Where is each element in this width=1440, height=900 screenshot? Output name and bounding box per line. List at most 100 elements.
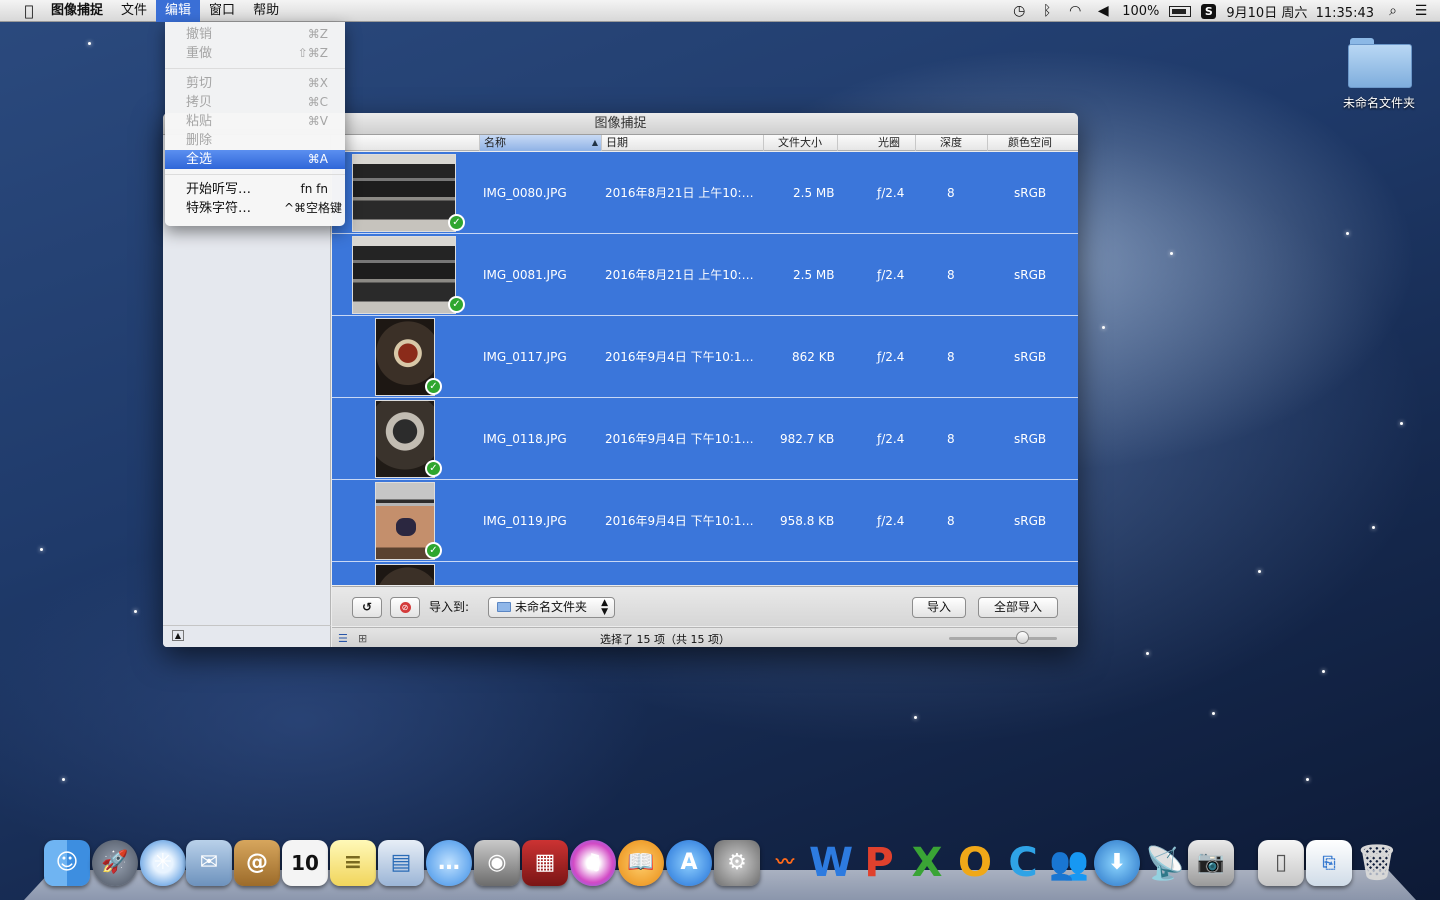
apple-logo-icon[interactable]:  — [16, 2, 42, 20]
notification-center-icon[interactable]: ☰ — [1412, 3, 1430, 19]
menu-help[interactable]: 帮助 — [244, 0, 288, 22]
menu-item-cut[interactable]: 剪切 ⌘X — [165, 74, 345, 93]
wifi-icon[interactable]: ◠ — [1066, 3, 1084, 19]
time-machine-icon[interactable]: ◷ — [1010, 3, 1028, 19]
ibooks-icon[interactable]: 📖 — [618, 840, 664, 886]
app-store-icon[interactable]: A — [666, 840, 712, 886]
notes-icon[interactable]: ≡ — [330, 840, 376, 886]
column-name[interactable]: 名称 ▲ — [479, 135, 601, 151]
menu-file[interactable]: 文件 — [112, 0, 156, 22]
menu-item-undo[interactable]: 撤销 ⌘Z — [165, 25, 345, 44]
skype-icon[interactable]: C — [1000, 840, 1046, 886]
wps-icon[interactable]: 〰 — [762, 840, 808, 886]
menu-item-delete[interactable]: 删除 — [165, 131, 345, 150]
user-icon[interactable]: 👥 — [1046, 840, 1092, 886]
table-row[interactable]: ✓ IMG_0118.JPG 2016年9月4日 下午10:1… 982.7 K… — [332, 398, 1078, 480]
trash-icon[interactable]: 🗑 — [1354, 840, 1400, 886]
menu-item-select-all[interactable]: 全选 ⌘A — [165, 150, 345, 169]
cell-size: 862 KB — [792, 350, 835, 364]
menu-edit[interactable]: 编辑 — [156, 0, 201, 22]
star — [88, 42, 91, 45]
safari-icon[interactable]: ✳ — [140, 840, 186, 886]
star — [1400, 422, 1403, 425]
volume-icon[interactable]: ◀ — [1094, 3, 1112, 19]
column-date[interactable]: 日期 — [601, 135, 763, 151]
powerpoint-icon[interactable]: P — [856, 840, 902, 886]
table-row[interactable]: ✓ IMG_0081.JPG 2016年8月21日 上午10:… 2.5 MB … — [332, 234, 1078, 316]
table-row[interactable]: ✓ IMG_0119.JPG 2016年9月4日 下午10:1… 958.8 K… — [332, 480, 1078, 562]
destination-popup[interactable]: 未命名文件夹 ▲ ▼ — [488, 597, 615, 618]
facetime-icon[interactable]: ◉ — [474, 840, 520, 886]
column-size[interactable]: 文件大小 — [763, 135, 837, 151]
mail-icon[interactable]: ✉ — [186, 840, 232, 886]
outlook-icon[interactable]: O — [952, 840, 998, 886]
cell-date: 2016年9月4日 下午10:1… — [605, 350, 754, 364]
itunes-icon[interactable]: ♫ — [570, 840, 616, 886]
messages-icon[interactable]: … — [426, 840, 472, 886]
download-icon[interactable]: ⬇ — [1094, 840, 1140, 886]
import-all-button[interactable]: 全部导入 — [978, 597, 1058, 618]
menu-item-copy[interactable]: 拷贝 ⌘C — [165, 93, 345, 112]
menu-item-paste[interactable]: 粘贴 ⌘V — [165, 112, 345, 131]
bluetooth-icon[interactable]: ᛒ — [1038, 3, 1056, 19]
cell-name: IMG_0119.JPG — [483, 514, 567, 528]
photo-thumbnail — [375, 564, 435, 585]
cell-colorspace: sRGB — [1014, 268, 1047, 282]
clock[interactable]: 9月10日 周六 11:35:43 — [1226, 2, 1374, 21]
network-icon[interactable]: 📡 — [1142, 840, 1188, 886]
finder-icon[interactable]: ☺ — [44, 840, 90, 886]
cell-aperture: ƒ/2.4 — [877, 432, 905, 446]
delete-button[interactable]: ⊘ — [390, 597, 420, 618]
cell-name: IMG_0080.JPG — [483, 186, 567, 200]
cell-aperture: ƒ/2.4 — [877, 514, 905, 528]
menu-window[interactable]: 窗口 — [200, 0, 244, 22]
table-row[interactable]: ✓ IMG_0080.JPG 2016年8月21日 上午10:… 2.5 MB … — [332, 152, 1078, 234]
photo-thumbnail — [352, 236, 456, 314]
cell-depth: 8 — [947, 514, 955, 528]
preview-icon[interactable]: ▤ — [378, 840, 424, 886]
status-menus: ◷ ᛒ ◠ ◀ 100% S 9月10日 周六 11:35:43 ⌕ ☰ — [1010, 0, 1430, 22]
sogou-input-icon[interactable]: S — [1201, 3, 1217, 19]
spotlight-search-icon[interactable]: ⌕ — [1384, 3, 1402, 19]
star — [914, 716, 917, 719]
system-preferences-icon[interactable]: ⚙ — [714, 840, 760, 886]
excel-icon[interactable]: X — [904, 840, 950, 886]
calendar-icon[interactable]: 10 — [282, 840, 328, 886]
menu-bar:  图像捕捉 文件 编辑 窗口 帮助 ◷ ᛒ ◠ ◀ 100% S 9月10日 … — [0, 0, 1440, 22]
checkmark-icon: ✓ — [448, 296, 465, 313]
launchpad-icon[interactable]: 🚀 — [92, 840, 138, 886]
desktop-folder[interactable]: 未命名文件夹 — [1334, 36, 1424, 111]
column-depth[interactable]: 深度 — [915, 135, 987, 151]
rotate-button[interactable]: ↺ — [352, 597, 382, 618]
column-colorspace[interactable]: 颜色空间 — [987, 135, 1078, 151]
menu-item-redo[interactable]: 重做 ⇧⌘Z — [165, 44, 345, 63]
menu-app-name[interactable]: 图像捕捉 — [42, 0, 112, 22]
destination-value: 未命名文件夹 — [515, 600, 588, 614]
cell-colorspace: sRGB — [1014, 432, 1047, 446]
downloads-stack-icon[interactable]: ⎘ — [1306, 840, 1352, 886]
cell-name: IMG_0118.JPG — [483, 432, 567, 446]
column-aperture[interactable]: 光圈 — [837, 135, 915, 151]
battery-icon[interactable] — [1169, 5, 1192, 17]
thumbnail-size-slider[interactable] — [949, 637, 1057, 640]
battery-percent: 100% — [1122, 3, 1160, 19]
eject-icon[interactable]: ▲ — [172, 630, 184, 641]
menu-item-special-characters[interactable]: 特殊字符… ^⌘空格键 — [165, 199, 345, 218]
contacts-icon[interactable]: @ — [234, 840, 280, 886]
table-row[interactable] — [332, 562, 1078, 585]
table-row[interactable]: ✓ IMG_0117.JPG 2016年9月4日 下午10:1… 862 KB … — [332, 316, 1078, 398]
star — [134, 610, 137, 613]
slider-knob[interactable] — [1015, 631, 1029, 644]
sidebar-footer: ▲ — [163, 625, 331, 647]
cell-aperture: ƒ/2.4 — [877, 186, 905, 200]
import-button[interactable]: 导入 — [912, 597, 966, 618]
word-icon[interactable]: W — [808, 840, 854, 886]
documents-icon[interactable]: ▯ — [1258, 840, 1304, 886]
menu-item-start-dictation[interactable]: 开始听写… fn fn — [165, 180, 345, 199]
photo-list[interactable]: ✓ IMG_0080.JPG 2016年8月21日 上午10:… 2.5 MB … — [332, 152, 1078, 585]
cell-name: IMG_0117.JPG — [483, 350, 567, 364]
photo-booth-icon[interactable]: ▦ — [522, 840, 568, 886]
image-capture-icon[interactable]: 📷 — [1188, 840, 1234, 886]
status-bar: ☰ ⊞ 选择了 15 项（共 15 项） — [332, 627, 1078, 647]
star — [1170, 252, 1173, 255]
